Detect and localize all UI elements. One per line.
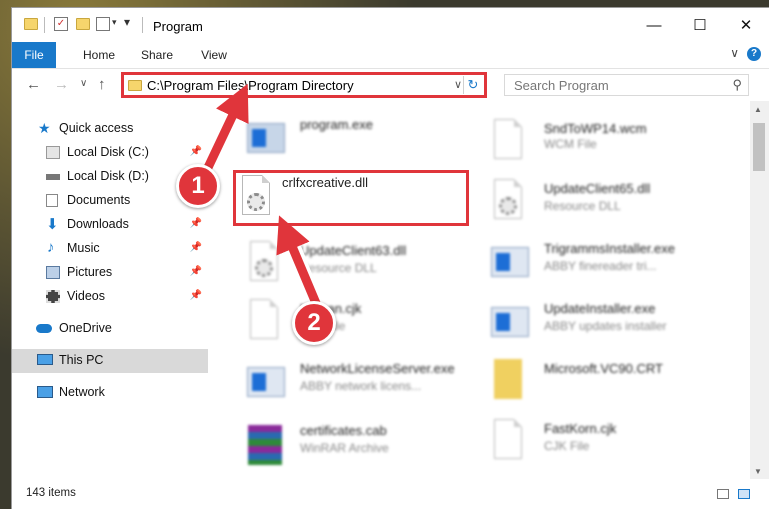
step-marker-2: 2 — [292, 301, 336, 345]
arrow-2 — [276, 215, 323, 310]
step-marker-1: 1 — [176, 164, 220, 208]
arrow-1 — [199, 83, 249, 178]
annotation-arrows — [197, 83, 325, 315]
